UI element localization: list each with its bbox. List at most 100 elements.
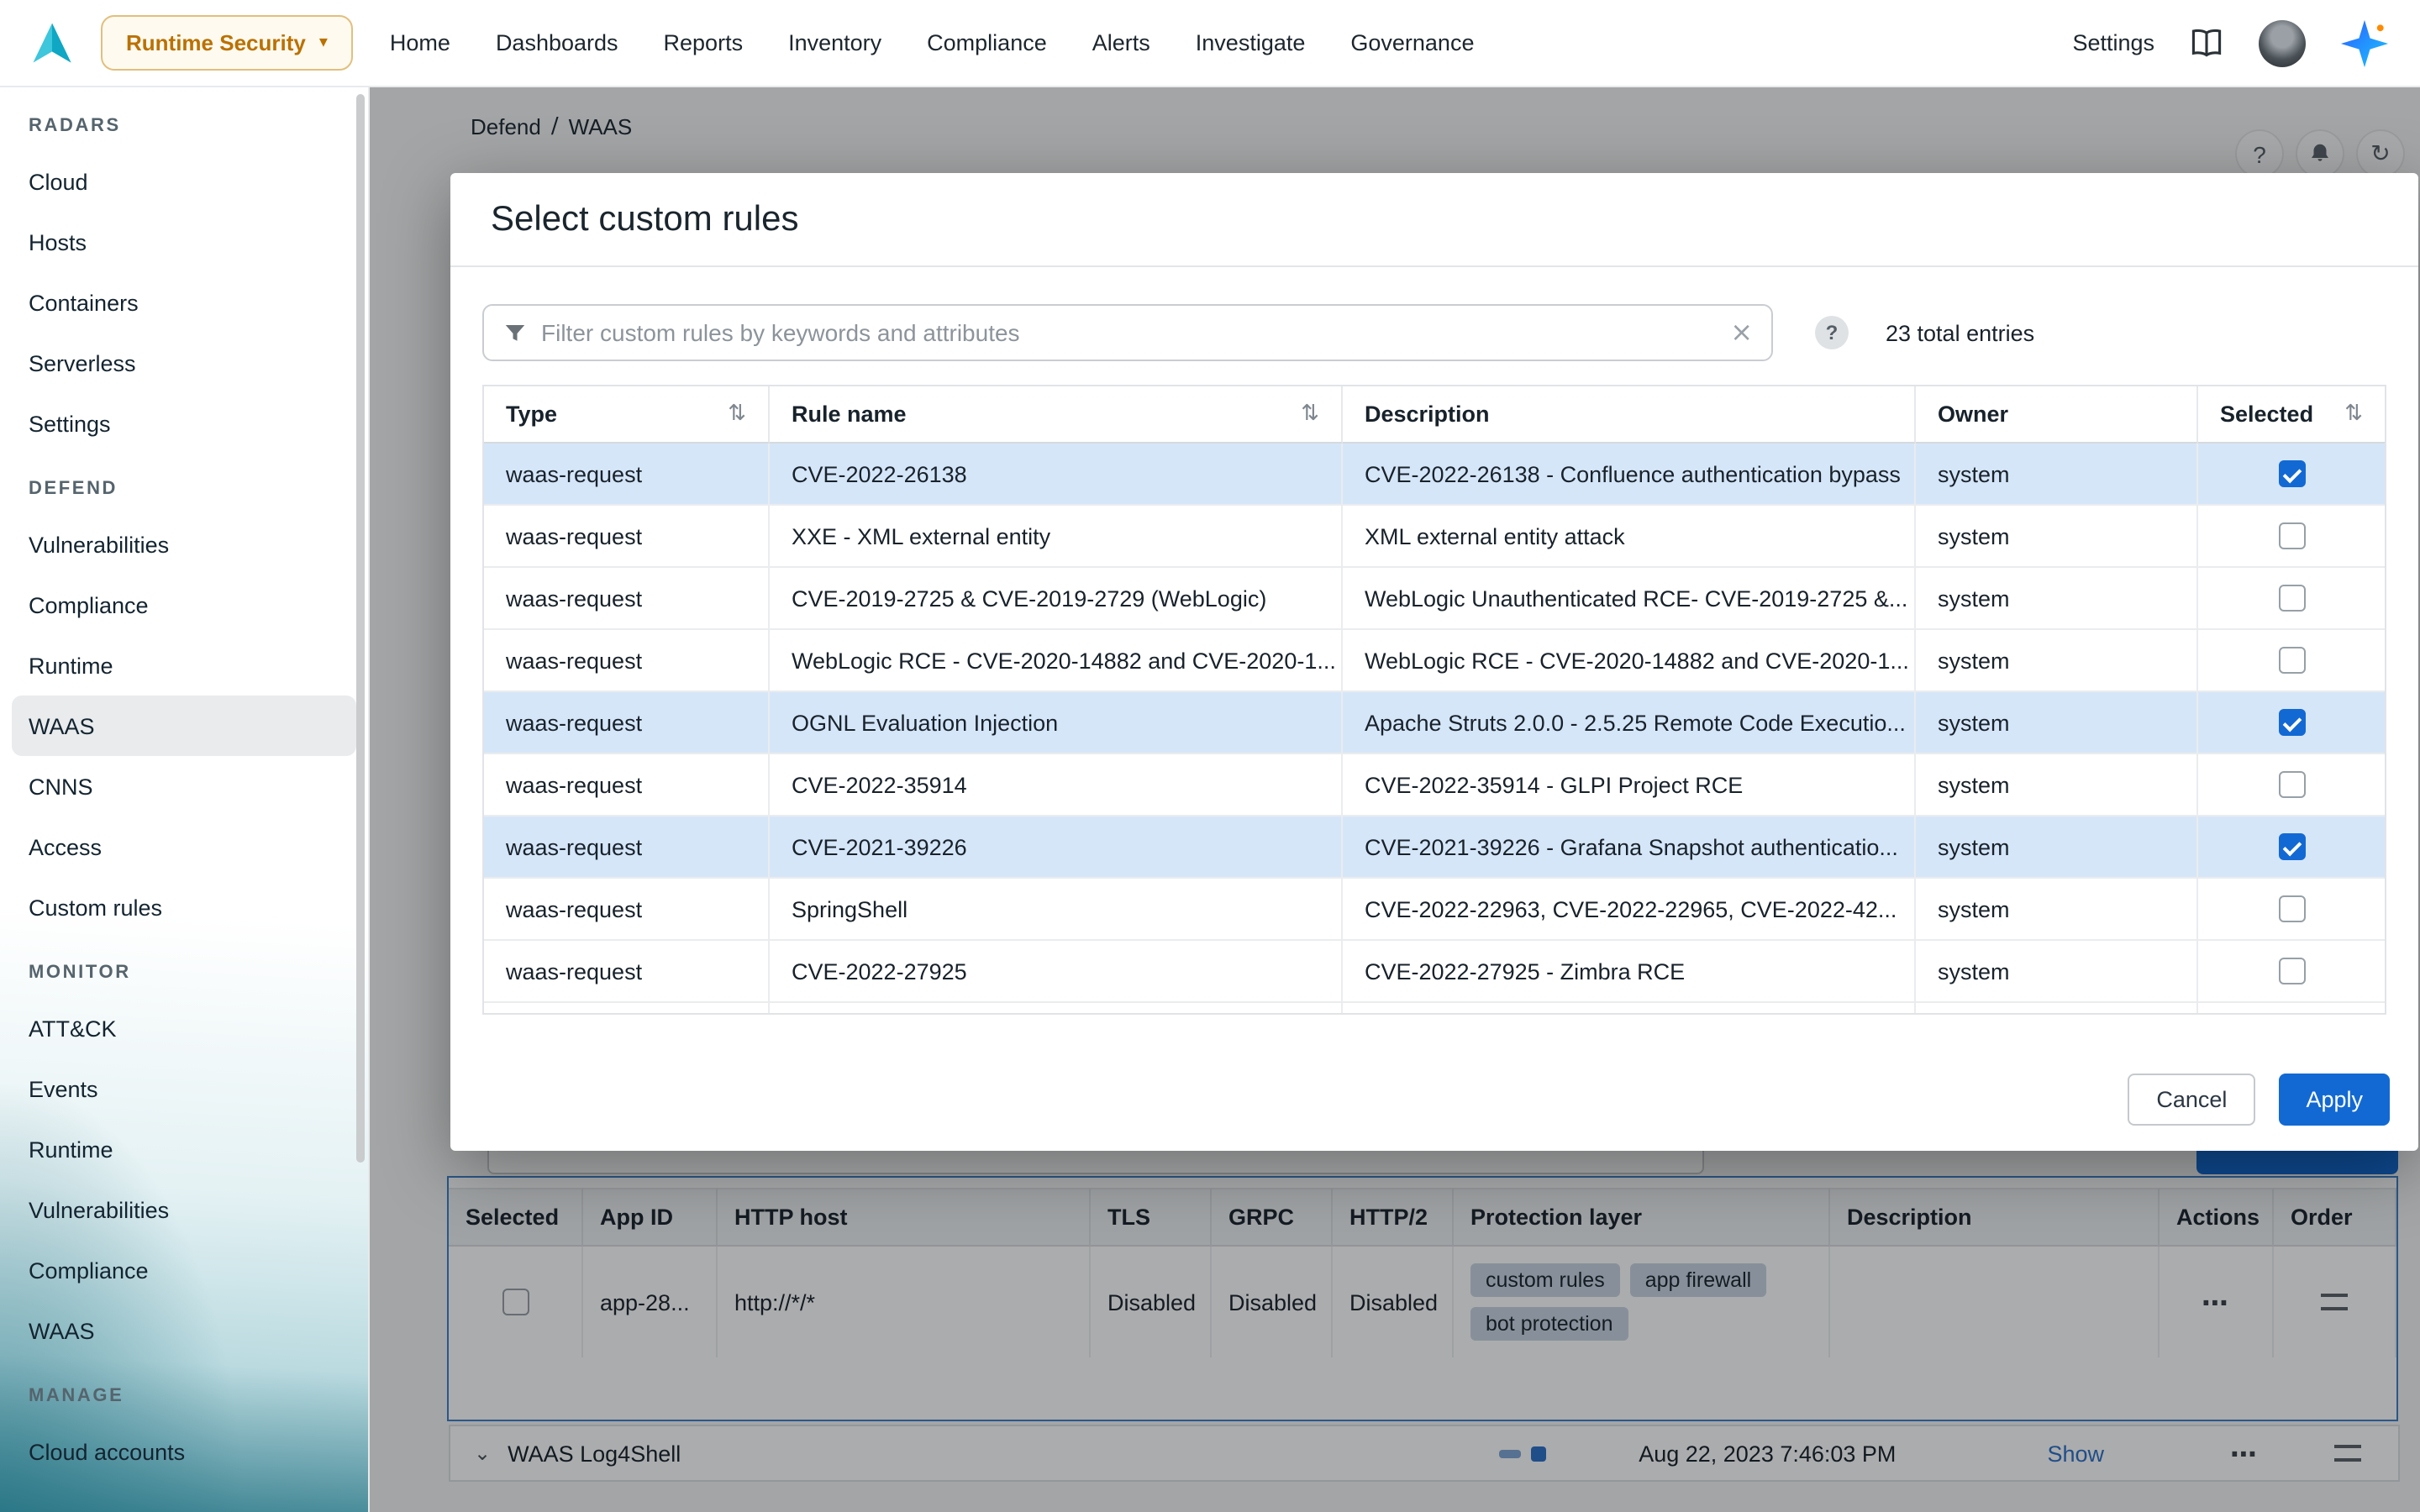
rule-description: XML external entity attack bbox=[1343, 506, 1916, 566]
modal-title: Select custom rules bbox=[450, 173, 2418, 267]
sidebar-item-monitor-events[interactable]: Events bbox=[12, 1058, 356, 1119]
rule-select-checkbox[interactable] bbox=[2278, 833, 2305, 860]
clear-filter-icon[interactable]: × bbox=[1730, 319, 1753, 346]
sidebar-item-manage-cloud-accounts[interactable]: Cloud accounts bbox=[12, 1421, 356, 1482]
rule-row[interactable]: waas-request SpringShell CVE-2022-22963,… bbox=[484, 879, 2385, 941]
sidebar-item-defend-waas[interactable]: WAAS bbox=[12, 696, 356, 756]
nav-item-governance[interactable]: Governance bbox=[1350, 30, 1474, 55]
rule-select-checkbox[interactable] bbox=[2278, 771, 2305, 798]
sidebar-item-radars-cloud[interactable]: Cloud bbox=[12, 151, 356, 212]
column-owner[interactable]: Owner bbox=[1916, 386, 2198, 444]
sidebar-item-monitor-vulnerabilities[interactable]: Vulnerabilities bbox=[12, 1179, 356, 1240]
rule-name: CVE-2022-27925 bbox=[770, 941, 1343, 1001]
nav-item-investigate[interactable]: Investigate bbox=[1196, 30, 1306, 55]
rule-row[interactable]: waas-request WebLogic RCE - CVE-2020-148… bbox=[484, 630, 2385, 692]
rule-select-checkbox[interactable] bbox=[2278, 647, 2305, 674]
sort-icon[interactable]: ⇅ bbox=[2344, 402, 2363, 427]
filter-funnel-icon bbox=[502, 320, 528, 345]
rule-description: Apache Struts 2.0.0 - 2.5.25 Remote Code… bbox=[1343, 692, 1916, 753]
sidebar-item-radars-hosts[interactable]: Hosts bbox=[12, 212, 356, 272]
avatar[interactable] bbox=[2259, 19, 2306, 66]
rule-description: WebLogic RCE - CVE-2020-14882 and CVE-20… bbox=[1343, 630, 1916, 690]
sidebar-item-defend-access[interactable]: Access bbox=[12, 816, 356, 877]
nav-item-compliance[interactable]: Compliance bbox=[927, 30, 1047, 55]
sidebar-item-radars-serverless[interactable]: Serverless bbox=[12, 333, 356, 393]
rule-type: waas-request bbox=[484, 941, 770, 1001]
rule-row[interactable]: waas-request CVE-2019-2725 & CVE-2019-27… bbox=[484, 568, 2385, 630]
rule-owner: system bbox=[1916, 754, 2198, 815]
rule-select-checkbox[interactable] bbox=[2278, 460, 2305, 487]
rule-select-checkbox[interactable] bbox=[2278, 958, 2305, 984]
nav-item-alerts[interactable]: Alerts bbox=[1092, 30, 1150, 55]
filter-input[interactable] bbox=[541, 319, 1717, 346]
rule-row[interactable]: waas-request CVE-2021-39226 CVE-2021-392… bbox=[484, 816, 2385, 879]
rule-select-checkbox[interactable] bbox=[2278, 522, 2305, 549]
rule-owner: system bbox=[1916, 444, 2198, 504]
product-switcher-label: Runtime Security bbox=[126, 30, 306, 55]
sidebar-item-monitor-waas[interactable]: WAAS bbox=[12, 1300, 356, 1361]
rule-description: CVE-2022-22963, CVE-2022-22965, CVE-2022… bbox=[1343, 879, 1916, 939]
sidebar-item-defend-vulnerabilities[interactable]: Vulnerabilities bbox=[12, 514, 356, 575]
total-entries: 23 total entries bbox=[1886, 320, 2034, 345]
rule-description: CVE-2022-26138 - Confluence authenticati… bbox=[1343, 444, 1916, 504]
sidebar-item-defend-cnns[interactable]: CNNS bbox=[12, 756, 356, 816]
rule-owner: system bbox=[1916, 506, 2198, 566]
rule-owner: system bbox=[1916, 630, 2198, 690]
rule-row[interactable] bbox=[484, 1003, 2385, 1015]
sidebar-item-radars-containers[interactable]: Containers bbox=[12, 272, 356, 333]
sidebar-section-manage: MANAGE bbox=[0, 1361, 368, 1421]
rule-type: waas-request bbox=[484, 630, 770, 690]
rule-select-checkbox[interactable] bbox=[2278, 895, 2305, 922]
rule-row[interactable]: waas-request CVE-2022-27925 CVE-2022-279… bbox=[484, 941, 2385, 1003]
column-rule-name[interactable]: Rule name ⇅ bbox=[770, 386, 1343, 444]
sort-icon[interactable]: ⇅ bbox=[1301, 402, 1319, 427]
sidebar-section-radars: RADARS bbox=[0, 91, 368, 151]
rule-name: XXE - XML external entity bbox=[770, 506, 1343, 566]
rule-type: waas-request bbox=[484, 568, 770, 628]
column-owner-label: Owner bbox=[1938, 402, 2008, 427]
sidebar-item-defend-compliance[interactable]: Compliance bbox=[12, 575, 356, 635]
sidebar-item-monitor-compliance[interactable]: Compliance bbox=[12, 1240, 356, 1300]
sidebar-item-defend-runtime[interactable]: Runtime bbox=[12, 635, 356, 696]
sort-icon[interactable]: ⇅ bbox=[728, 402, 746, 427]
rule-type: waas-request bbox=[484, 692, 770, 753]
column-type-label: Type bbox=[506, 402, 557, 427]
apply-button[interactable]: Apply bbox=[2279, 1074, 2390, 1126]
nav-item-inventory[interactable]: Inventory bbox=[788, 30, 881, 55]
rule-name: CVE-2019-2725 & CVE-2019-2729 (WebLogic) bbox=[770, 568, 1343, 628]
product-switcher-button[interactable]: Runtime Security ▾ bbox=[101, 15, 353, 71]
rule-select-checkbox[interactable] bbox=[2278, 585, 2305, 612]
prisma-star-icon[interactable] bbox=[2339, 18, 2390, 68]
column-type[interactable]: Type ⇅ bbox=[484, 386, 770, 444]
sidebar-item-defend-custom-rules[interactable]: Custom rules bbox=[12, 877, 356, 937]
sidebar-section-monitor: MONITOR bbox=[0, 937, 368, 998]
nav-item-dashboards[interactable]: Dashboards bbox=[496, 30, 618, 55]
settings-link[interactable]: Settings bbox=[2072, 30, 2154, 55]
nav-item-home[interactable]: Home bbox=[390, 30, 450, 55]
sidebar-item-monitor-runtime[interactable]: Runtime bbox=[12, 1119, 356, 1179]
column-description[interactable]: Description bbox=[1343, 386, 1916, 444]
main-nav: Home Dashboards Reports Inventory Compliance… bbox=[390, 30, 1475, 55]
nav-item-reports[interactable]: Reports bbox=[664, 30, 744, 55]
column-selected[interactable]: Selected ⇅ bbox=[2198, 386, 2385, 444]
rule-owner: system bbox=[1916, 568, 2198, 628]
rule-row[interactable]: waas-request CVE-2022-35914 CVE-2022-359… bbox=[484, 754, 2385, 816]
sidebar-scrollbar[interactable] bbox=[356, 94, 365, 1163]
sidebar-item-monitor-att-ck[interactable]: ATT&CK bbox=[12, 998, 356, 1058]
rule-owner: system bbox=[1916, 879, 2198, 939]
rule-row[interactable]: waas-request XXE - XML external entity X… bbox=[484, 506, 2385, 568]
rule-description: CVE-2022-35914 - GLPI Project RCE bbox=[1343, 754, 1916, 815]
rule-owner: system bbox=[1916, 692, 2198, 753]
sidebar-item-radars-settings[interactable]: Settings bbox=[12, 393, 356, 454]
rule-row[interactable]: waas-request OGNL Evaluation Injection A… bbox=[484, 692, 2385, 754]
runtime-security-logo-icon[interactable] bbox=[24, 14, 81, 71]
rule-select-checkbox[interactable] bbox=[2278, 709, 2305, 736]
rule-type: waas-request bbox=[484, 506, 770, 566]
topnav-right: Settings bbox=[2072, 18, 2390, 68]
rule-row[interactable]: waas-request CVE-2022-26138 CVE-2022-261… bbox=[484, 444, 2385, 506]
docs-icon[interactable] bbox=[2188, 24, 2225, 61]
chevron-down-icon: ▾ bbox=[319, 34, 328, 52]
filter-help-icon[interactable]: ? bbox=[1815, 316, 1849, 349]
cancel-button[interactable]: Cancel bbox=[2128, 1074, 2255, 1126]
modal-select-custom-rules: Select custom rules × ? 23 total entries… bbox=[450, 173, 2418, 1151]
